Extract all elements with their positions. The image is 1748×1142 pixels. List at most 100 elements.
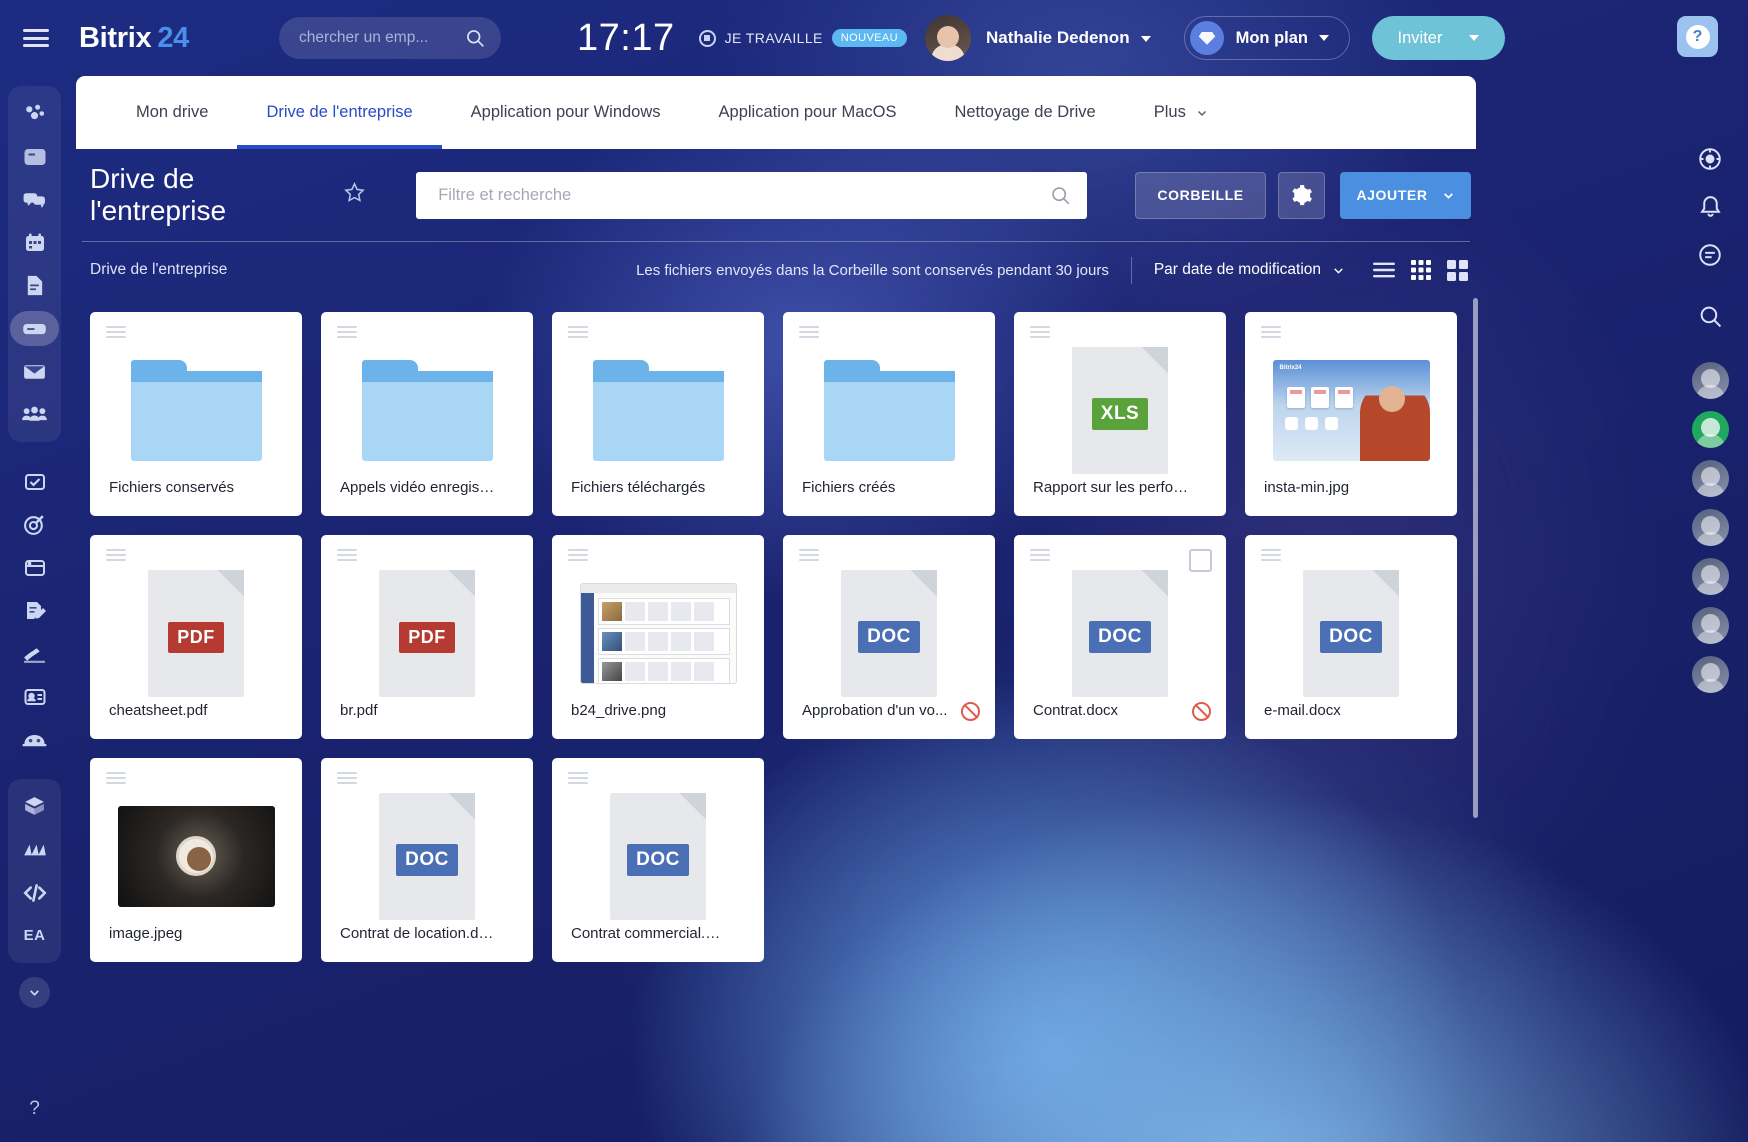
work-status-badge: NOUVEAU bbox=[832, 29, 907, 47]
right-rail-messages[interactable] bbox=[1690, 234, 1731, 275]
filter-search-input[interactable]: Filtre et recherche bbox=[416, 172, 1087, 219]
ea-label: EA bbox=[24, 927, 46, 944]
file-card-folder[interactable]: Fichiers conservés bbox=[90, 312, 302, 516]
sidebar-item-sites[interactable] bbox=[8, 546, 61, 589]
file-card-folder[interactable]: Fichiers créés bbox=[783, 312, 995, 516]
tab-plus[interactable]: Plus bbox=[1125, 76, 1237, 149]
tab-mon-drive[interactable]: Mon drive bbox=[107, 76, 237, 149]
drag-handle-icon[interactable] bbox=[1261, 549, 1281, 561]
sidebar-item-tasks[interactable] bbox=[8, 460, 61, 503]
drag-handle-icon[interactable] bbox=[799, 549, 819, 561]
drag-handle-icon[interactable] bbox=[337, 326, 357, 338]
sidebar-item-feed[interactable] bbox=[8, 135, 61, 178]
sidebar-item-analytics[interactable] bbox=[8, 828, 61, 871]
favorite-star-icon[interactable] bbox=[343, 181, 366, 210]
file-card-pdf[interactable]: PDF br.pdf bbox=[321, 535, 533, 739]
file-card-doc[interactable]: DOC Contrat commercial.docx bbox=[552, 758, 764, 962]
file-grid-wrapper: Fichiers conservés Appels vidéo enregist… bbox=[76, 298, 1476, 962]
tab-label: Drive de l'entreprise bbox=[266, 103, 412, 122]
sidebar-item-groups[interactable] bbox=[8, 393, 61, 436]
sidebar-item-market[interactable] bbox=[8, 632, 61, 675]
right-rail-avatar[interactable] bbox=[1692, 411, 1729, 448]
drag-handle-icon[interactable] bbox=[337, 772, 357, 784]
folder-icon bbox=[362, 360, 493, 461]
vertical-scrollbar[interactable] bbox=[1473, 298, 1478, 818]
drag-handle-icon[interactable] bbox=[568, 772, 588, 784]
drag-handle-icon[interactable] bbox=[1030, 549, 1050, 561]
tab-nettoyage-drive[interactable]: Nettoyage de Drive bbox=[925, 76, 1124, 149]
sidebar-item-signature[interactable] bbox=[8, 589, 61, 632]
sidebar-item-crm[interactable] bbox=[8, 503, 61, 546]
file-card-image[interactable]: b24_drive.png bbox=[552, 535, 764, 739]
breadcrumb[interactable]: Drive de l'entreprise bbox=[90, 261, 227, 279]
file-card-doc[interactable]: DOC e-mail.docx bbox=[1245, 535, 1457, 739]
user-name-menu[interactable]: Nathalie Dedenon bbox=[986, 28, 1151, 48]
user-avatar[interactable] bbox=[925, 15, 971, 61]
file-thumbnail bbox=[90, 340, 302, 480]
right-rail-avatar[interactable] bbox=[1692, 558, 1729, 595]
my-plan-button[interactable]: Mon plan bbox=[1184, 16, 1350, 60]
sidebar-item-documents[interactable] bbox=[8, 264, 61, 307]
right-rail-avatar[interactable] bbox=[1692, 362, 1729, 399]
trash-button[interactable]: CORBEILLE bbox=[1135, 172, 1266, 219]
work-status-button[interactable]: JE TRAVAILLE NOUVEAU bbox=[699, 29, 907, 47]
sidebar-item-network[interactable] bbox=[8, 92, 61, 135]
sort-dropdown[interactable]: Par date de modification bbox=[1154, 261, 1345, 279]
sidebar-item-developer[interactable] bbox=[8, 871, 61, 914]
tab-application-macos[interactable]: Application pour MacOS bbox=[690, 76, 926, 149]
tab-drive-entreprise[interactable]: Drive de l'entreprise bbox=[237, 76, 441, 149]
file-card-xls[interactable]: XLS Rapport sur les perform... bbox=[1014, 312, 1226, 516]
drag-handle-icon[interactable] bbox=[568, 326, 588, 338]
file-card-doc[interactable]: DOC Approbation d'un vo... bbox=[783, 535, 995, 739]
bitrix24-logo[interactable]: Bitrix24 bbox=[79, 22, 189, 55]
help-button[interactable]: ? bbox=[1677, 16, 1718, 57]
menu-burger-icon[interactable] bbox=[23, 29, 49, 47]
tab-application-windows[interactable]: Application pour Windows bbox=[442, 76, 690, 149]
sidebar-item-calendar[interactable] bbox=[8, 221, 61, 264]
drag-handle-icon[interactable] bbox=[106, 549, 126, 561]
search-icon bbox=[465, 28, 485, 48]
drag-handle-icon[interactable] bbox=[106, 772, 126, 784]
sidebar-item-chat[interactable] bbox=[8, 178, 61, 221]
file-card-image[interactable]: Bitrix24 insta-min.jpg bbox=[1245, 312, 1457, 516]
rail-expand-button[interactable] bbox=[19, 977, 50, 1008]
add-button[interactable]: AJOUTER bbox=[1340, 172, 1471, 219]
drag-handle-icon[interactable] bbox=[106, 326, 126, 338]
tab-label: Application pour Windows bbox=[471, 103, 661, 122]
drag-handle-icon[interactable] bbox=[799, 326, 819, 338]
invite-button[interactable]: Inviter bbox=[1372, 16, 1505, 60]
right-rail-search[interactable] bbox=[1690, 296, 1731, 337]
file-card-doc[interactable]: DOC Contrat.docx bbox=[1014, 535, 1226, 739]
file-card-image[interactable]: image.jpeg bbox=[90, 758, 302, 962]
sidebar-item-drive[interactable] bbox=[8, 307, 61, 350]
view-grid-large-button[interactable] bbox=[1447, 260, 1468, 281]
drag-handle-icon[interactable] bbox=[568, 549, 588, 561]
right-rail-avatar[interactable] bbox=[1692, 460, 1729, 497]
view-list-button[interactable] bbox=[1373, 261, 1395, 279]
file-card-doc[interactable]: DOC Contrat de location.docx bbox=[321, 758, 533, 962]
right-rail-avatar[interactable] bbox=[1692, 509, 1729, 546]
file-card-folder[interactable]: Appels vidéo enregistrés bbox=[321, 312, 533, 516]
rail-help-button[interactable]: ? bbox=[29, 1098, 40, 1120]
global-search-input[interactable]: chercher un emp... bbox=[279, 17, 501, 59]
sidebar-item-mail[interactable] bbox=[8, 350, 61, 393]
right-rail-avatar[interactable] bbox=[1692, 607, 1729, 644]
sidebar-item-bot[interactable] bbox=[8, 718, 61, 761]
file-thumbnail bbox=[90, 786, 302, 926]
sidebar-item-ea[interactable]: EA bbox=[8, 914, 61, 957]
file-thumbnail bbox=[552, 563, 764, 703]
global-search-placeholder: chercher un emp... bbox=[299, 29, 465, 47]
drag-handle-icon[interactable] bbox=[337, 549, 357, 561]
file-card-folder[interactable]: Fichiers téléchargés bbox=[552, 312, 764, 516]
right-rail-notifications[interactable] bbox=[1690, 186, 1731, 227]
view-grid-small-button[interactable] bbox=[1411, 260, 1431, 280]
sidebar-item-contacts[interactable] bbox=[8, 675, 61, 718]
sidebar-item-box[interactable] bbox=[8, 785, 61, 828]
right-rail-pulse[interactable] bbox=[1690, 138, 1731, 179]
settings-button[interactable] bbox=[1278, 172, 1325, 219]
market-icon bbox=[22, 641, 47, 666]
file-card-pdf[interactable]: PDF cheatsheet.pdf bbox=[90, 535, 302, 739]
drag-handle-icon[interactable] bbox=[1030, 326, 1050, 338]
right-rail-avatar[interactable] bbox=[1692, 656, 1729, 693]
drag-handle-icon[interactable] bbox=[1261, 326, 1281, 338]
